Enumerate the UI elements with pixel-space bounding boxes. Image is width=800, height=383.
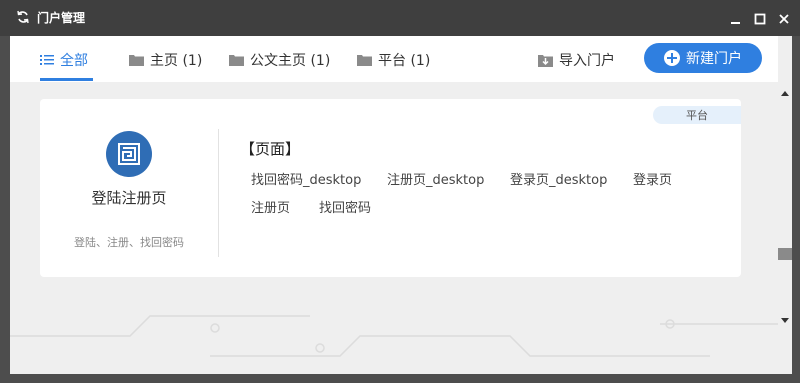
page-link[interactable]: 注册页_desktop bbox=[387, 169, 484, 188]
portal-title: 登陆注册页 bbox=[91, 189, 167, 207]
close-icon[interactable] bbox=[776, 11, 792, 27]
minimize-icon[interactable] bbox=[727, 11, 743, 27]
portal-description: 登陆、注册、找回密码 bbox=[74, 236, 184, 249]
portal-manager-window: 门户管理 全部 主页 (1) 公文主页 (1) 平台 (1) 导入门户 新建门户… bbox=[0, 0, 800, 383]
tab-label: 全部 bbox=[60, 53, 88, 69]
new-portal-button[interactable]: 新建门户 bbox=[644, 43, 762, 73]
page-link[interactable]: 注册页 bbox=[251, 197, 290, 216]
import-icon bbox=[538, 54, 553, 67]
import-portal-button[interactable]: 导入门户 bbox=[538, 49, 615, 71]
portal-logo-icon bbox=[118, 143, 140, 165]
content-area: 全部 主页 (1) 公文主页 (1) 平台 (1) 导入门户 新建门户 平台 登… bbox=[10, 36, 792, 374]
new-portal-label: 新建门户 bbox=[686, 51, 742, 67]
folder-icon bbox=[229, 55, 244, 66]
refresh-icon[interactable] bbox=[16, 10, 30, 24]
scroll-down-icon[interactable] bbox=[781, 318, 789, 323]
folder-icon bbox=[129, 55, 144, 66]
page-link[interactable]: 登录页 bbox=[633, 169, 672, 188]
card-divider bbox=[218, 129, 219, 257]
tab-platform[interactable]: 平台 (1) bbox=[357, 49, 430, 71]
portal-logo bbox=[106, 131, 152, 177]
tab-home[interactable]: 主页 (1) bbox=[129, 49, 202, 71]
import-label: 导入门户 bbox=[559, 53, 615, 69]
page-link[interactable]: 登录页_desktop bbox=[510, 169, 607, 188]
page-link[interactable]: 找回密码_desktop bbox=[251, 169, 361, 188]
category-badge: 平台 bbox=[653, 106, 741, 124]
maximize-icon[interactable] bbox=[752, 11, 768, 27]
tab-all[interactable]: 全部 bbox=[40, 49, 88, 71]
page-link[interactable]: 找回密码 bbox=[319, 197, 371, 216]
tab-label: 公文主页 (1) bbox=[250, 53, 331, 69]
tab-label: 主页 (1) bbox=[150, 53, 203, 69]
list-icon bbox=[40, 55, 54, 65]
scroll-thumb[interactable] bbox=[778, 248, 792, 260]
title-bar: 门户管理 bbox=[0, 0, 800, 36]
vertical-scrollbar[interactable] bbox=[778, 82, 792, 374]
window-title: 门户管理 bbox=[37, 11, 86, 25]
portal-card[interactable]: 平台 登陆注册页 登陆、注册、找回密码 【页面】 找回密码_desktop 注册… bbox=[40, 99, 741, 277]
tab-bar: 全部 主页 (1) 公文主页 (1) 平台 (1) 导入门户 新建门户 bbox=[10, 36, 778, 82]
tab-document-home[interactable]: 公文主页 (1) bbox=[229, 49, 330, 71]
pages-section-title: 【页面】 bbox=[240, 140, 301, 158]
plus-icon bbox=[664, 50, 680, 66]
scroll-up-icon[interactable] bbox=[781, 91, 789, 96]
active-tab-indicator bbox=[40, 78, 93, 81]
background-decoration bbox=[10, 315, 778, 357]
folder-icon bbox=[357, 55, 372, 66]
tab-label: 平台 (1) bbox=[378, 53, 431, 69]
